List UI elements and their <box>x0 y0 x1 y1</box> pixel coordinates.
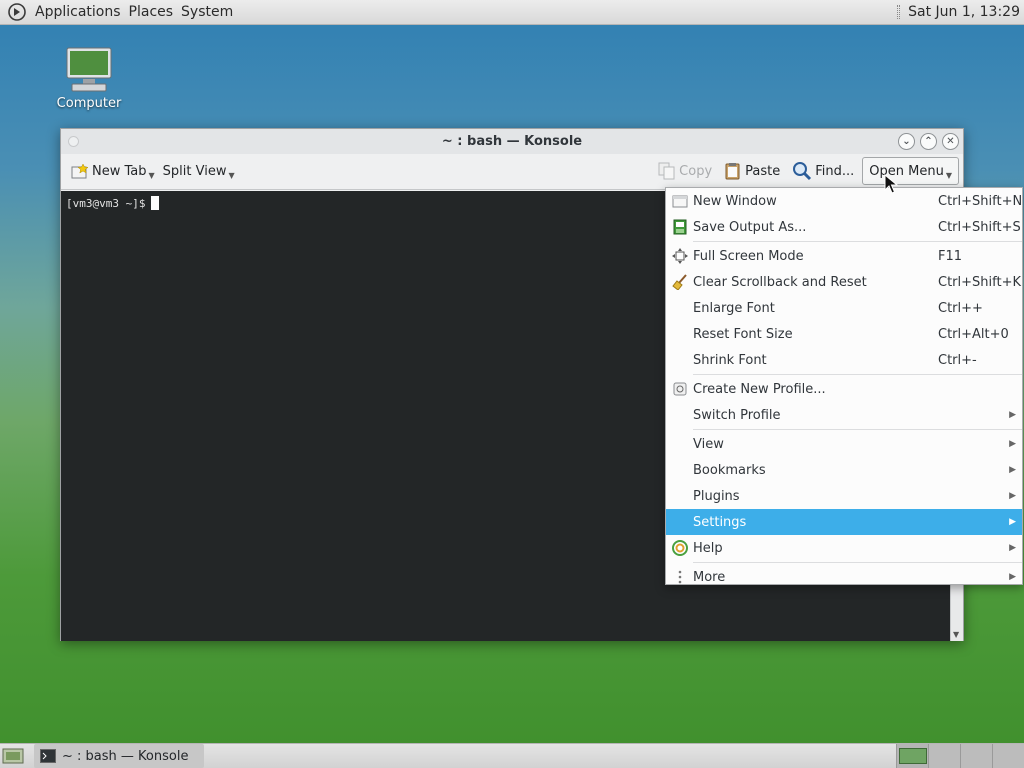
new-tab-icon <box>71 163 89 178</box>
applications-menu[interactable]: Applications <box>31 4 125 20</box>
workspace-4[interactable] <box>992 744 1024 768</box>
window-title: ~ : bash — Konsole <box>441 134 583 149</box>
menu-item-settings[interactable]: Settings ▶ <box>666 509 1022 535</box>
paste-icon <box>725 163 740 180</box>
chevron-right-icon: ▶ <box>1009 543 1016 553</box>
more-icon <box>678 570 682 584</box>
workspace-3[interactable] <box>960 744 992 768</box>
close-button[interactable]: ✕ <box>942 133 959 150</box>
split-view-button[interactable]: Split View ▼ <box>159 158 239 186</box>
copy-button[interactable]: Copy <box>654 157 716 185</box>
chevron-right-icon: ▶ <box>1009 572 1016 582</box>
maximize-button[interactable]: ⌃ <box>920 133 937 150</box>
menu-item-shrink-font[interactable]: Shrink Font Ctrl+- <box>666 347 1022 373</box>
chevron-right-icon: ▶ <box>1009 465 1016 475</box>
panel-separator <box>897 5 901 19</box>
menu-item-reset-font-size[interactable]: Reset Font Size Ctrl+Alt+0 <box>666 321 1022 347</box>
terminal-cursor <box>151 196 160 210</box>
open-menu-label: Open Menu <box>869 163 944 179</box>
desktop-icon-label: Computer <box>56 96 122 111</box>
open-menu-button[interactable]: Open Menu ▼ <box>862 157 959 185</box>
menu-separator <box>693 429 1022 430</box>
copy-icon <box>658 162 675 180</box>
menu-item-create-new-profile[interactable]: Create New Profile... <box>666 376 1022 402</box>
menu-item-bookmarks[interactable]: Bookmarks ▶ <box>666 457 1022 483</box>
menu-item-view[interactable]: View ▶ <box>666 431 1022 457</box>
distro-logo-icon[interactable] <box>8 3 26 21</box>
window-menu-icon[interactable] <box>68 136 79 147</box>
open-menu-dropdown: New Window Ctrl+Shift+N Save Output As..… <box>665 187 1023 585</box>
paste-button[interactable]: Paste <box>720 157 784 185</box>
new-window-icon <box>672 195 688 208</box>
chevron-down-icon: ▼ <box>945 170 952 180</box>
mouse-pointer-icon <box>884 174 898 194</box>
minimize-button[interactable]: ⌄ <box>898 133 915 150</box>
workspace-1[interactable] <box>896 744 928 768</box>
chevron-right-icon: ▶ <box>1009 491 1016 501</box>
top-panel: Applications Places System Sat Jun 1, 13… <box>0 0 1024 25</box>
terminal-icon <box>40 749 56 763</box>
show-desktop-icon[interactable] <box>2 747 24 765</box>
fullscreen-icon <box>672 248 688 264</box>
menu-item-help[interactable]: Help ▶ <box>666 535 1022 561</box>
menu-item-plugins[interactable]: Plugins ▶ <box>666 483 1022 509</box>
find-label: Find... <box>815 163 855 179</box>
system-menu[interactable]: System <box>177 4 237 20</box>
menu-item-switch-profile[interactable]: Switch Profile ▶ <box>666 402 1022 428</box>
find-button[interactable]: Find... <box>788 157 858 185</box>
new-tab-label: New Tab <box>92 164 147 179</box>
new-profile-icon <box>673 382 687 396</box>
menu-item-full-screen[interactable]: Full Screen Mode F11 <box>666 243 1022 269</box>
save-output-icon <box>673 219 687 235</box>
copy-label: Copy <box>679 163 713 179</box>
menu-item-more[interactable]: More ▶ <box>666 564 1022 590</box>
taskbar-item-label: ~ : bash — Konsole <box>62 748 189 764</box>
scroll-down-icon[interactable]: ▼ <box>953 630 959 639</box>
chevron-down-icon[interactable]: ▼ <box>149 171 155 180</box>
bottom-panel: ~ : bash — Konsole <box>0 743 1024 768</box>
menu-item-new-window[interactable]: New Window Ctrl+Shift+N <box>666 188 1022 214</box>
chevron-right-icon: ▶ <box>1009 410 1016 420</box>
computer-icon <box>66 47 112 92</box>
toolbar: New Tab ▼ Split View ▼ Copy Paste Find..… <box>61 154 963 190</box>
menu-separator <box>693 374 1022 375</box>
chevron-right-icon: ▶ <box>1009 517 1016 527</box>
menu-separator <box>693 562 1022 563</box>
chevron-down-icon[interactable]: ▼ <box>228 171 234 180</box>
terminal-prompt: [vm3@vm3 ~]$ <box>66 197 146 210</box>
split-view-label: Split View <box>162 164 227 179</box>
broom-icon <box>672 274 687 290</box>
workspace-2[interactable] <box>928 744 960 768</box>
menu-item-clear-scrollback[interactable]: Clear Scrollback and Reset Ctrl+Shift+K <box>666 269 1022 295</box>
paste-label: Paste <box>745 163 781 179</box>
window-titlebar[interactable]: ~ : bash — Konsole ⌄ ⌃ ✕ <box>61 129 963 154</box>
menu-separator <box>693 241 1022 242</box>
chevron-right-icon: ▶ <box>1009 439 1016 449</box>
help-icon <box>672 540 688 556</box>
menu-item-enlarge-font[interactable]: Enlarge Font Ctrl++ <box>666 295 1022 321</box>
search-icon <box>793 162 812 181</box>
desktop-icon-computer[interactable]: Computer <box>56 46 122 111</box>
menu-item-save-output[interactable]: Save Output As... Ctrl+Shift+S <box>666 214 1022 240</box>
places-menu[interactable]: Places <box>125 4 178 20</box>
taskbar-item-konsole[interactable]: ~ : bash — Konsole <box>34 744 204 768</box>
clock[interactable]: Sat Jun 1, 13:29 <box>906 4 1024 20</box>
new-tab-button[interactable]: New Tab ▼ <box>67 158 159 186</box>
workspace-switcher <box>896 744 1024 768</box>
